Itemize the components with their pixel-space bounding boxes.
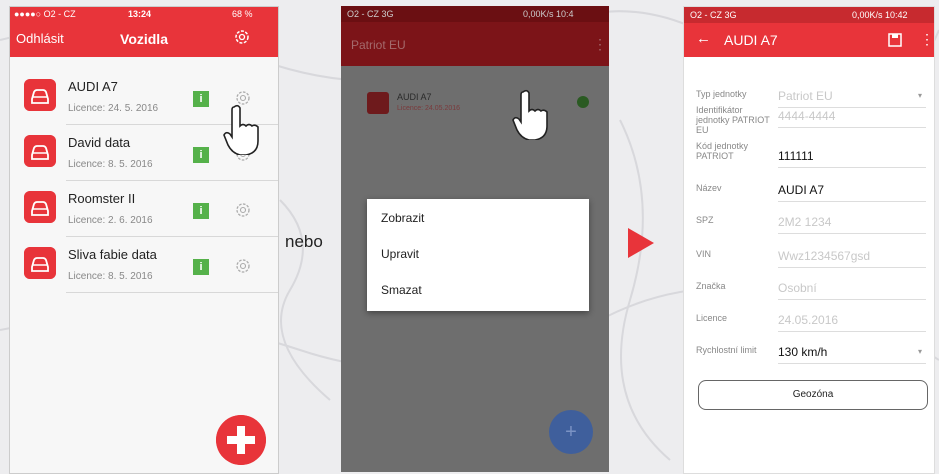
field-underline xyxy=(778,331,926,332)
field-label: Název xyxy=(696,183,722,193)
car-icon xyxy=(24,191,56,223)
status-bar: O2 - CZ 3G 0,00K/s 10:4 xyxy=(341,6,609,22)
car-icon xyxy=(367,92,389,114)
field-input[interactable]: 24.05.2016 xyxy=(778,313,838,327)
vehicle-name: Sliva fabie data xyxy=(68,247,157,262)
carrier-label: ●●●●○ O2 - CZ xyxy=(14,9,76,19)
save-icon[interactable] xyxy=(888,33,902,47)
field-input[interactable]: Patriot EU xyxy=(778,89,833,103)
field-underline xyxy=(778,107,926,108)
vehicle-licence: Licence: 2. 6. 2016 xyxy=(68,215,153,226)
back-arrow-icon[interactable]: ← xyxy=(696,30,711,47)
field-input[interactable]: Wwz1234567gsd xyxy=(778,249,870,263)
info-button[interactable]: i xyxy=(193,147,209,163)
car-icon xyxy=(24,247,56,279)
field-underline xyxy=(778,127,926,128)
field-input[interactable]: 4444-4444 xyxy=(778,109,835,123)
status-bar: O2 - CZ 3G 0,00K/s 10:42 xyxy=(684,7,934,23)
vehicle-name: Roomster II xyxy=(68,191,136,206)
pointer-hand-icon xyxy=(223,104,259,155)
field-input[interactable]: 130 km/h xyxy=(778,345,827,359)
field-label: VIN xyxy=(696,249,712,259)
vehicle-licence: Licence: 24. 5. 2016 xyxy=(68,103,159,114)
vehicle-licence: Licence: 8. 5. 2016 xyxy=(68,159,153,170)
settings-gear-icon[interactable] xyxy=(234,201,252,219)
menu-item-delete[interactable]: Smazat xyxy=(381,283,422,297)
toolbar-title: AUDI A7 xyxy=(724,32,778,48)
field-label: Značka xyxy=(696,281,726,291)
field-underline xyxy=(778,201,926,202)
android-context-menu-screen: O2 - CZ 3G 0,00K/s 10:4 Patriot EU ⋮ AUD… xyxy=(341,6,609,472)
field-input[interactable]: Osobní xyxy=(778,281,817,295)
info-icon[interactable] xyxy=(577,96,589,108)
carrier-label: O2 - CZ 3G xyxy=(690,10,737,20)
field-label: Identifikátor jednotky PATRIOT EU xyxy=(696,105,770,135)
field-label: Typ jednotky xyxy=(696,89,747,99)
vehicle-list-item[interactable]: Sliva fabie data Licence: 8. 5. 2016 i xyxy=(10,237,278,293)
field-underline xyxy=(778,299,926,300)
field-label: SPZ xyxy=(696,215,714,225)
menu-item-show[interactable]: Zobrazit xyxy=(381,211,424,225)
field-input[interactable]: 2M2 1234 xyxy=(778,215,831,229)
vehicle-licence: Licence: 8. 5. 2016 xyxy=(68,271,153,282)
overflow-menu-icon[interactable]: ⋮ xyxy=(593,36,607,53)
vehicle-list-item[interactable]: Roomster II Licence: 2. 6. 2016 i xyxy=(10,181,278,237)
vehicle-licence: Licence: 24.05.2016 xyxy=(397,105,461,112)
pointer-hand-icon xyxy=(512,89,548,140)
menu-item-edit[interactable]: Upravit xyxy=(381,247,419,261)
android-edit-vehicle-screen: O2 - CZ 3G 0,00K/s 10:42 ← AUDI A7 ⋮ Typ… xyxy=(683,6,935,474)
field-label: Rychlostní limit xyxy=(696,345,757,355)
status-right: 0,00K/s 10:42 xyxy=(852,10,908,20)
navigation-bar: Odhlásit Vozidla xyxy=(10,21,278,57)
battery-label: 68 % xyxy=(232,9,253,19)
settings-gear-icon[interactable] xyxy=(234,257,252,275)
or-label: nebo xyxy=(285,232,323,251)
overflow-menu-icon[interactable]: ⋮ xyxy=(920,31,934,48)
toolbar: Patriot EU ⋮ xyxy=(341,22,609,66)
ios-vehicles-screen: ●●●●○ O2 - CZ 13:24 68 % Odhlásit Vozidl… xyxy=(9,6,279,474)
toolbar-title: Patriot EU xyxy=(351,38,406,52)
row-divider xyxy=(66,292,278,293)
dropdown-arrow-icon[interactable]: ▾ xyxy=(918,347,922,356)
toolbar: ← AUDI A7 ⋮ xyxy=(684,23,934,57)
info-button[interactable]: i xyxy=(193,259,209,275)
clock: 13:24 xyxy=(128,9,152,19)
vehicle-name: AUDI A7 xyxy=(68,79,118,94)
field-label: Licence xyxy=(696,313,728,323)
settings-gear-icon[interactable] xyxy=(232,27,252,47)
vehicle-name: AUDI A7 xyxy=(397,92,432,102)
field-underline xyxy=(778,363,926,364)
field-input[interactable]: 111111 xyxy=(778,149,814,163)
field-underline xyxy=(778,233,926,234)
car-icon xyxy=(24,79,56,111)
context-menu: Zobrazit Upravit Smazat xyxy=(367,199,589,311)
field-label: Kód jednotky PATRIOT xyxy=(696,141,749,161)
add-fab-button[interactable]: + xyxy=(549,410,593,454)
status-right: 0,00K/s 10:4 xyxy=(523,9,574,19)
dropdown-arrow-icon[interactable]: ▾ xyxy=(918,91,922,100)
add-vehicle-button[interactable] xyxy=(216,415,266,465)
info-button[interactable]: i xyxy=(193,91,209,107)
info-button[interactable]: i xyxy=(193,203,209,219)
status-bar: ●●●●○ O2 - CZ 13:24 68 % xyxy=(10,7,278,21)
list-item[interactable]: AUDI A7 Licence: 24.05.2016 xyxy=(341,80,609,130)
vehicle-name: David data xyxy=(68,135,131,150)
car-icon xyxy=(24,135,56,167)
field-input[interactable]: AUDI A7 xyxy=(778,183,824,197)
geozone-button[interactable]: Geozóna xyxy=(698,380,928,410)
arrow-right-icon xyxy=(628,228,654,258)
field-underline xyxy=(778,167,926,168)
field-underline xyxy=(778,267,926,268)
carrier-label: O2 - CZ 3G xyxy=(347,9,394,19)
